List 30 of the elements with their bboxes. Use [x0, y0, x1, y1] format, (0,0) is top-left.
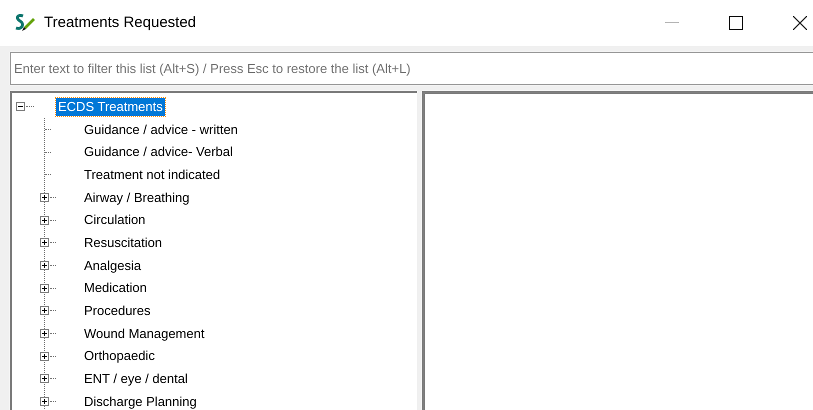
expand-icon[interactable] [40, 329, 49, 338]
tree-item[interactable]: Procedures [82, 301, 152, 321]
tree-item[interactable]: Guidance / advice - written [82, 120, 240, 140]
expand-icon[interactable] [40, 238, 49, 248]
expand-icon[interactable] [40, 306, 49, 316]
tree-item[interactable]: Discharge Planning [82, 392, 199, 410]
filter-field[interactable]: Enter text to filter this list (Alt+S) / Press Esc to restore the list (Alt+L) [10, 52, 813, 85]
expand-icon[interactable] [40, 352, 49, 361]
tree-item[interactable]: Medication [82, 278, 149, 298]
tree-item[interactable]: Treatment not indicated [82, 164, 222, 184]
expand-icon[interactable] [40, 216, 49, 225]
tree-item[interactable]: Circulation [82, 210, 148, 230]
expand-icon[interactable] [40, 260, 49, 270]
tree-item[interactable]: Airway / Breathing [82, 188, 192, 208]
expand-icon[interactable] [40, 192, 49, 202]
expand-icon[interactable] [40, 284, 49, 293]
tree-item[interactable]: Wound Management [82, 324, 206, 344]
maximize-icon[interactable] [729, 16, 743, 30]
expand-icon[interactable] [40, 397, 49, 406]
app-logo-icon [14, 13, 36, 33]
tree-item[interactable]: Resuscitation [82, 233, 164, 253]
expand-icon[interactable] [40, 374, 49, 384]
tree-item[interactable]: ENT / eye / dental [82, 369, 190, 389]
tree-item[interactable]: ECDS Treatments [56, 98, 165, 116]
tree-item[interactable]: Analgesia [82, 256, 144, 276]
tree-item[interactable]: Guidance / advice- Verbal [82, 142, 235, 162]
close-icon[interactable] [793, 16, 807, 30]
collapse-icon[interactable] [16, 102, 25, 111]
tree-item[interactable]: Orthopaedic [82, 346, 157, 366]
window-title: Treatments Requested [44, 12, 196, 33]
